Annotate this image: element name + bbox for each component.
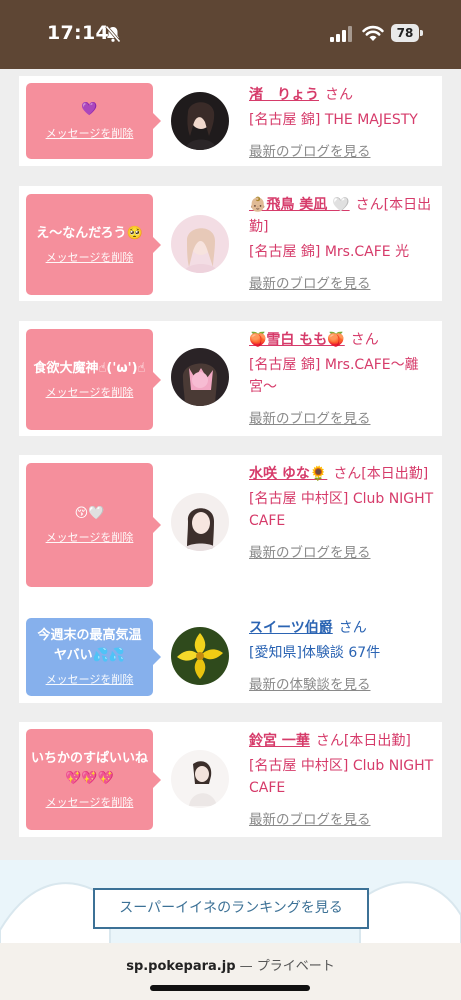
message-card: 💜 メッセージを削除 渚 りょう さん [名古屋 錦] THE MAJESTY 最… [19,76,442,166]
message-text: え〜なんだろう🥺 [36,225,143,241]
latest-review-link[interactable]: 最新の体験談を見る [249,674,439,696]
message-text: 今週末の最高気温 ヤバい💦💦 [37,628,142,663]
url-separator: — [235,959,257,974]
shop-name: [名古屋 錦] Mrs.CAFE 光 [249,244,410,260]
message-bubble: え〜なんだろう🥺 メッセージを削除 [26,194,161,295]
status-time: 17:14 [47,22,109,44]
message-card: 今週末の最高気温 ヤバい💦💦 メッセージを削除 スイーツ伯爵 さん [愛知県]体験… [19,612,442,703]
message-text: 😚🤍 [74,506,105,521]
message-bubble: 今週末の最高気温 ヤバい💦💦 メッセージを削除 [26,618,161,696]
message-bubble: 💜 メッセージを削除 [26,83,161,159]
delete-message-link[interactable]: メッセージを削除 [30,530,149,546]
latest-blog-link[interactable]: 最新のブログを見る [249,141,439,163]
url-domain: sp.pokepara.jp [126,959,236,974]
signal-icon [330,26,352,42]
shop-name: [名古屋 中村区] Club NIGHT CAFE [249,491,434,529]
bell-muted-icon [105,25,121,43]
cast-name-link[interactable]: 渚 りょう [249,87,319,103]
private-browsing-label: プライベート [256,959,335,974]
message-bubble: いちかのすぱいいね💖💖💖 メッセージを削除 [26,729,161,830]
message-card: 食欲大魔神☝︎('ω')☝︎ メッセージを削除 🍑雪白 もも🍑 さん [名古屋 錦… [19,321,442,436]
cast-name-link[interactable]: 👶🏼飛鳥 美凪 🤍 [249,197,350,213]
review-count: [愛知県]体験談 67件 [249,645,381,661]
message-card: いちかのすぱいいね💖💖💖 メッセージを削除 鈴宮 一華 さん[本日出勤] [名古屋… [19,722,442,837]
wifi-icon [362,25,384,41]
cast-info: 渚 りょう さん [名古屋 錦] THE MAJESTY 最新のブログを見る [249,84,439,163]
honorific: さん[本日出勤] [333,466,429,482]
shop-name: [名古屋 錦] Mrs.CAFE〜離宮〜 [249,357,419,395]
honorific: さん [325,87,353,103]
shop-name: [名古屋 中村区] Club NIGHT CAFE [249,758,434,796]
cast-info: 🍑雪白 もも🍑 さん [名古屋 錦] Mrs.CAFE〜離宮〜 最新のブログを見る [249,329,439,430]
avatar[interactable] [171,627,229,685]
avatar[interactable] [171,493,229,551]
delete-message-link[interactable]: メッセージを削除 [30,126,149,142]
cast-name-link[interactable]: 水咲 ゆな🌻 [249,466,327,482]
honorific: さん [350,332,379,348]
message-text: 💜 [81,102,98,117]
latest-blog-link[interactable]: 最新のブログを見る [249,408,439,430]
home-indicator[interactable] [150,985,310,991]
address-text: sp.pokepara.jp — プライベート [0,955,461,974]
shop-name: [名古屋 錦] THE MAJESTY [249,112,418,128]
status-bar: 17:14 78 [0,0,461,69]
avatar[interactable] [171,750,229,808]
delete-message-link[interactable]: メッセージを削除 [30,250,149,266]
browser-address-bar[interactable]: sp.pokepara.jp — プライベート [0,943,461,1000]
message-card: え〜なんだろう🥺 メッセージを削除 👶🏼飛鳥 美凪 🤍 さん[本日出勤] [名古屋… [19,186,442,301]
cast-info: 👶🏼飛鳥 美凪 🤍 さん[本日出勤] [名古屋 錦] Mrs.CAFE 光 最新の… [249,194,439,295]
super-iine-ranking-button[interactable]: スーパーイイネのランキングを見る [93,888,369,929]
latest-blog-link[interactable]: 最新のブログを見る [249,809,439,831]
message-bubble: 食欲大魔神☝︎('ω')☝︎ メッセージを削除 [26,329,161,430]
battery-icon: 78 [391,24,423,42]
latest-blog-link[interactable]: 最新のブログを見る [249,542,439,564]
avatar[interactable] [171,215,229,273]
cast-name-link[interactable]: 🍑雪白 もも🍑 [249,332,345,348]
latest-blog-link[interactable]: 最新のブログを見る [249,273,439,295]
cast-info: スイーツ伯爵 さん [愛知県]体験談 67件 最新の体験談を見る [249,617,439,696]
delete-message-link[interactable]: メッセージを削除 [30,385,149,401]
message-text: いちかのすぱいいね💖💖💖 [30,750,148,786]
reviewer-name-link[interactable]: スイーツ伯爵 [249,620,333,636]
delete-message-link[interactable]: メッセージを削除 [30,672,149,688]
honorific: さん[本日出勤] [315,733,411,749]
cast-info: 鈴宮 一華 さん[本日出勤] [名古屋 中村区] Club NIGHT CAFE … [249,730,439,831]
avatar[interactable] [171,348,229,406]
avatar[interactable] [171,92,229,150]
cast-info: 水咲 ゆな🌻 さん[本日出勤] [名古屋 中村区] Club NIGHT CAFE… [249,463,439,564]
delete-message-link[interactable]: メッセージを削除 [30,795,149,811]
honorific: さん [338,620,367,636]
battery-level: 78 [391,24,419,42]
message-text: 食欲大魔神☝︎('ω')☝︎ [33,360,146,376]
message-bubble: 😚🤍 メッセージを削除 [26,463,161,587]
cast-name-link[interactable]: 鈴宮 一華 [249,733,310,749]
